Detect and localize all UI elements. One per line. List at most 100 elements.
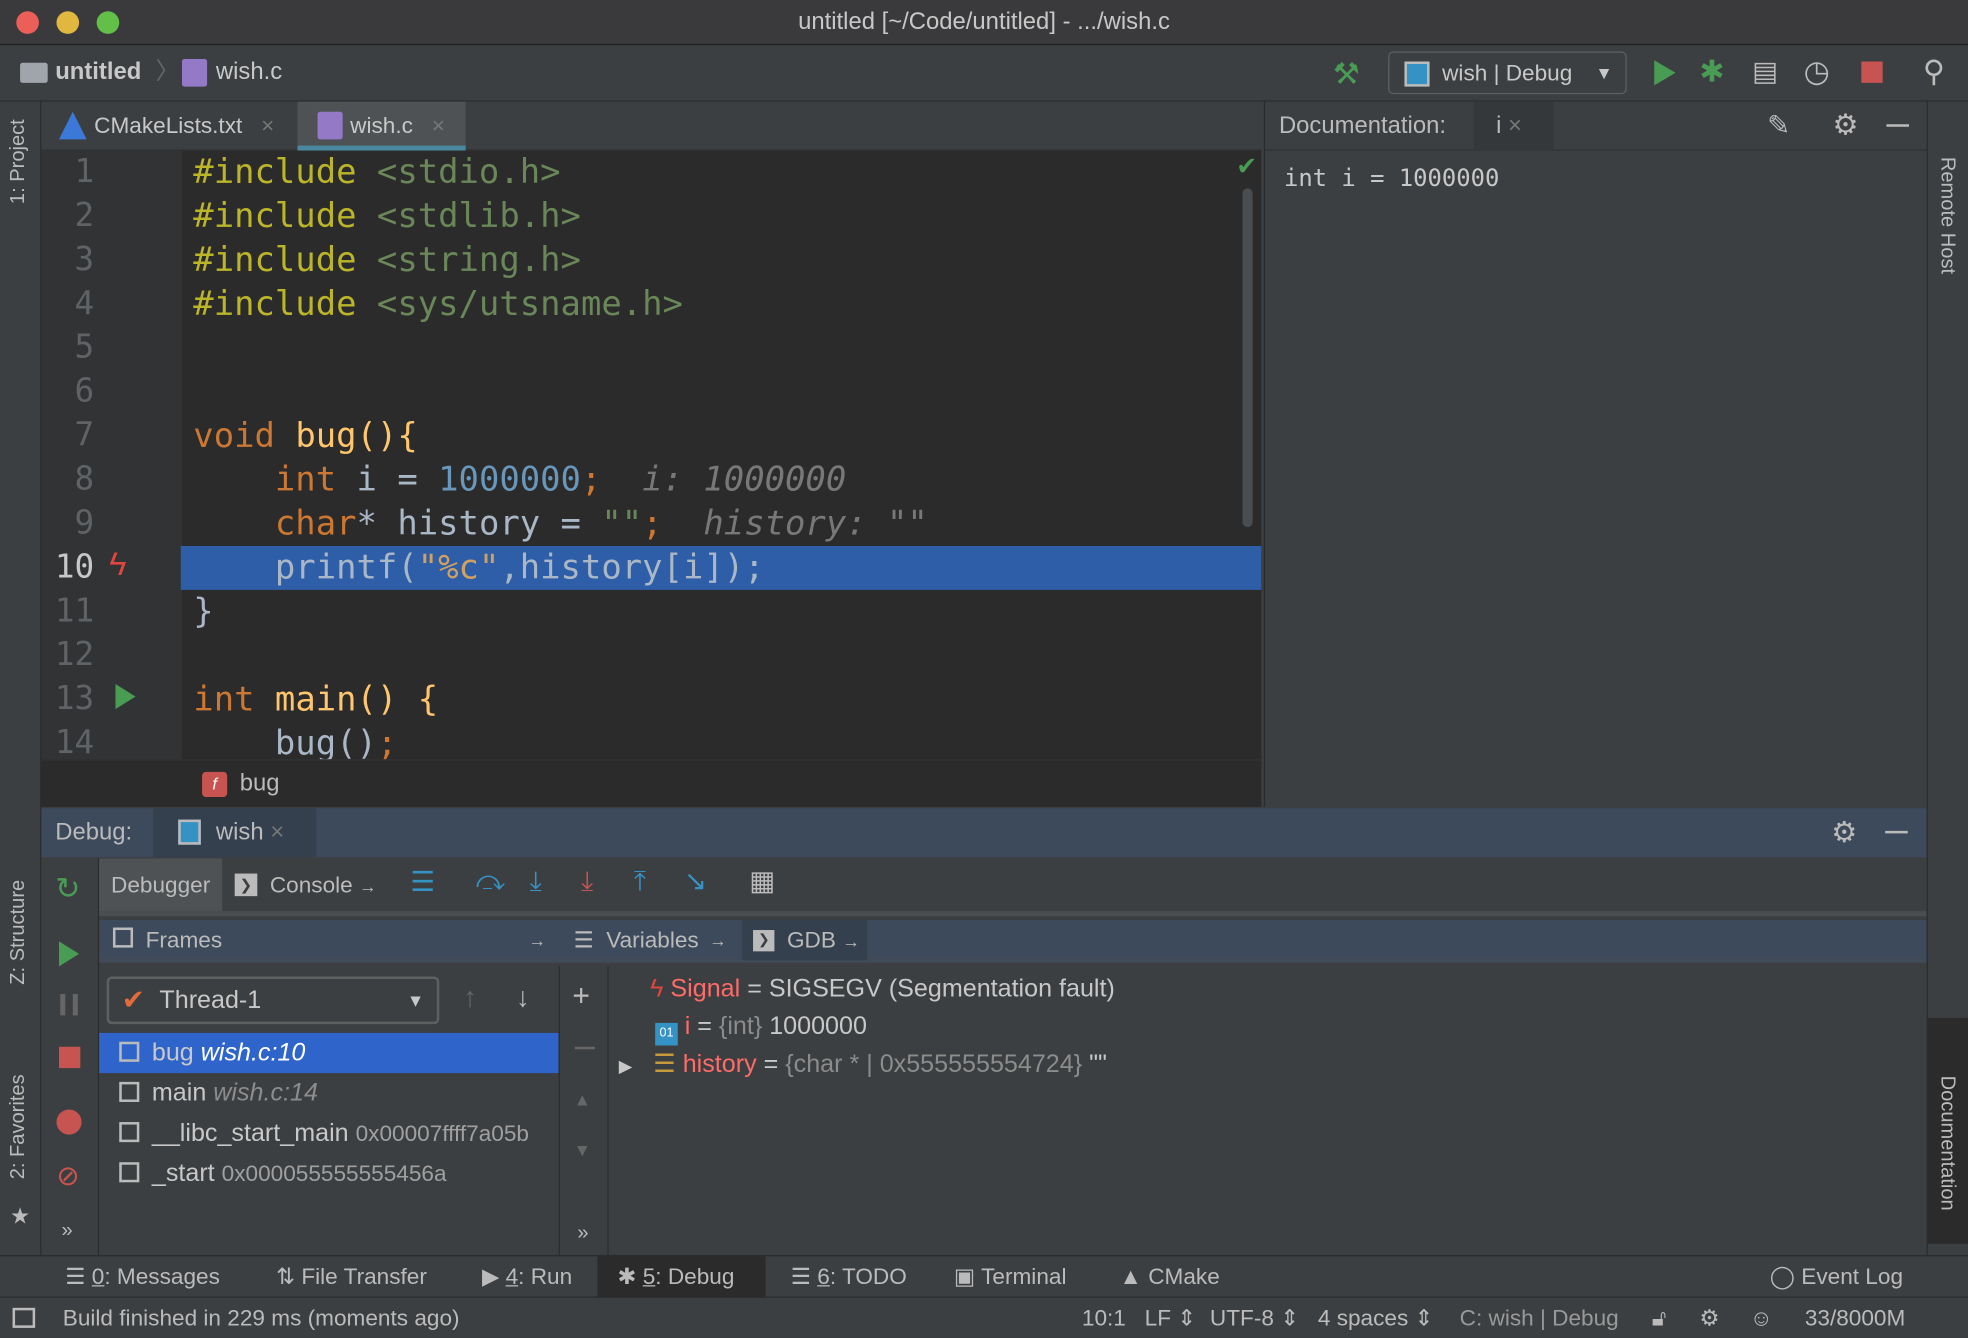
pause-icon[interactable]: [60, 994, 78, 1016]
variable-row[interactable]: ▶ ☰ history = {char * | 0x555555554724} …: [619, 1045, 1107, 1083]
move-down-icon[interactable]: ▼: [574, 1140, 591, 1160]
expand-arrow-icon[interactable]: ▶: [619, 1056, 633, 1076]
inspector-icon[interactable]: ☺: [1750, 1298, 1773, 1338]
debug-session-tab[interactable]: wish ×: [153, 808, 317, 858]
encoding[interactable]: UTF-8 ⇕: [1210, 1298, 1299, 1338]
remote-host-tool-button[interactable]: Remote Host: [1935, 157, 1958, 274]
tab-cmakelists[interactable]: CMakeLists.txt ×: [41, 102, 296, 151]
thread-select[interactable]: ✔ Thread-1 ▼: [106, 976, 440, 1025]
favorites-tool-button[interactable]: 2: Favorites: [8, 1074, 31, 1179]
evaluate-expression-icon[interactable]: ▦: [749, 865, 775, 898]
variables-title[interactable]: Variables: [606, 920, 699, 960]
step-into-icon[interactable]: ⤓: [530, 865, 542, 898]
frame-row[interactable]: _start 0x000055555555456a: [99, 1153, 558, 1193]
inspection-ok-icon: ✔: [1236, 153, 1258, 181]
view-breakpoints-icon[interactable]: [56, 1109, 82, 1135]
zoom-window-button[interactable]: [96, 11, 120, 34]
minimize-icon[interactable]: [1885, 830, 1908, 834]
toggle-tool-windows-icon[interactable]: [12, 1307, 36, 1328]
line-number: 1: [74, 153, 95, 191]
add-watch-icon[interactable]: +: [572, 979, 590, 1014]
minimize-icon[interactable]: [1886, 124, 1910, 127]
inline-value: i: 1000000: [642, 460, 847, 500]
pin-arrow-icon[interactable]: →: [359, 876, 377, 896]
frame-row[interactable]: main wish.c:14: [99, 1073, 558, 1113]
documentation-tool-button[interactable]: Documentation: [1927, 1017, 1968, 1244]
editor-scrollbar[interactable]: [1242, 188, 1253, 528]
pin-arrow-icon[interactable]: →: [709, 920, 727, 960]
build-hammer-icon[interactable]: ⚒: [1333, 56, 1360, 92]
step-out-icon[interactable]: ⤒: [634, 865, 646, 898]
indent[interactable]: 4 spaces ⇕: [1318, 1298, 1434, 1338]
left-tool-strip: 1: Project Z: Structure 2: Favorites ★: [0, 101, 42, 1256]
console-icon: ❯: [753, 930, 775, 952]
documentation-header: Documentation: i × ✎ ⚙: [1265, 101, 1928, 151]
debug-bug-icon[interactable]: ✱: [1699, 54, 1724, 90]
more-icon[interactable]: »: [577, 1222, 588, 1245]
resolve-context[interactable]: C: wish | Debug: [1460, 1298, 1619, 1338]
close-tab-icon[interactable]: ×: [432, 113, 445, 138]
caret-position[interactable]: 10:1: [1082, 1298, 1126, 1338]
run-to-cursor-icon[interactable]: ↘: [684, 865, 707, 898]
tool-file-transfer[interactable]: ⇅ File Transfer: [276, 1256, 427, 1297]
more-icon[interactable]: »: [61, 1220, 72, 1243]
tool-debug[interactable]: ✱ 5: Debug: [597, 1256, 766, 1298]
run-with-coverage-icon[interactable]: ▤: [1752, 55, 1778, 88]
tool-cmake[interactable]: ▲ CMake: [1120, 1256, 1220, 1297]
edit-pencil-icon[interactable]: ✎: [1767, 109, 1790, 142]
rerun-icon[interactable]: ↻: [55, 871, 80, 907]
tab-wish-c[interactable]: wish.c ×: [297, 101, 466, 151]
structure-tool-button[interactable]: Z: Structure: [8, 880, 31, 985]
close-tab-icon[interactable]: ×: [1508, 113, 1522, 139]
frame-name: __libc_start_main: [151, 1119, 349, 1148]
minimize-window-button[interactable]: [56, 11, 80, 34]
run-gutter-icon[interactable]: [115, 684, 136, 710]
close-window-button[interactable]: [16, 11, 39, 34]
previous-frame-icon[interactable]: ↑: [463, 981, 477, 1014]
next-frame-icon[interactable]: ↓: [516, 981, 530, 1014]
search-icon[interactable]: ⚲: [1923, 54, 1945, 90]
code-editor[interactable]: 1 2 3 4 5 6 7 8 9 10 11 12 13 14 ϟ ✔ #in…: [41, 150, 1262, 760]
tab-console[interactable]: ❯ Console →: [234, 858, 377, 912]
breadcrumb-function[interactable]: bug: [240, 761, 280, 809]
move-up-icon[interactable]: ▲: [574, 1089, 591, 1109]
tab-gdb[interactable]: ❯ GDB →: [741, 919, 868, 961]
close-tab-icon[interactable]: ×: [261, 113, 274, 138]
frame-row-selected[interactable]: bug wish.c:10: [99, 1032, 559, 1074]
stop-icon[interactable]: [58, 1046, 81, 1069]
tool-event-log[interactable]: ◯ Event Log: [1770, 1256, 1903, 1297]
breadcrumb-project[interactable]: untitled: [55, 46, 141, 99]
variable-row[interactable]: ϟ Signal = SIGSEGV (Segmentation fault): [650, 970, 1115, 1008]
tool-label: : Messages: [104, 1263, 220, 1289]
gear-icon[interactable]: ⚙: [1832, 108, 1858, 142]
tool-terminal[interactable]: ▣ Terminal: [954, 1256, 1067, 1297]
step-over-icon[interactable]: ⤼: [476, 865, 506, 898]
pin-arrow-icon[interactable]: →: [528, 920, 546, 960]
settings-update-icon[interactable]: ⚙: [1699, 1298, 1719, 1338]
lock-icon[interactable]: 🔓︎: [1652, 1298, 1667, 1338]
gear-icon[interactable]: ⚙: [1831, 816, 1857, 850]
tool-todo[interactable]: ☰ 6: TODO: [791, 1256, 907, 1297]
line-separator[interactable]: LF ⇕: [1145, 1298, 1197, 1338]
variable-row[interactable]: 01 i = {int} 1000000: [655, 1008, 867, 1046]
tab-debugger[interactable]: Debugger: [99, 858, 223, 912]
breadcrumb-file[interactable]: wish.c: [216, 46, 282, 99]
tool-run[interactable]: ▶ 4: Run: [482, 1256, 572, 1297]
frame-row[interactable]: __libc_start_main 0x00007ffff7a05b: [99, 1113, 558, 1153]
show-execution-point-icon[interactable]: ☰: [410, 866, 435, 899]
stop-icon[interactable]: [1861, 61, 1883, 83]
run-configuration-select[interactable]: wish | Debug ▼: [1388, 51, 1627, 95]
tool-messages[interactable]: ☰ 0: Messages: [65, 1256, 220, 1297]
project-tool-button[interactable]: 1: Project: [8, 119, 31, 204]
code-line-9: char* history = ""; history: "": [193, 502, 928, 546]
run-icon[interactable]: [1654, 60, 1676, 86]
force-step-into-icon[interactable]: ⤓: [581, 865, 593, 898]
documentation-tab[interactable]: i ×: [1473, 101, 1554, 151]
mute-breakpoints-icon[interactable]: ⊘: [56, 1160, 79, 1193]
pin-arrow-icon[interactable]: →: [842, 931, 860, 951]
remove-watch-icon[interactable]: [574, 1046, 595, 1050]
close-tab-icon[interactable]: ×: [270, 820, 284, 846]
resume-icon[interactable]: [58, 941, 80, 967]
memory-indicator[interactable]: 33/8000M: [1805, 1298, 1905, 1338]
profile-icon[interactable]: ◷: [1804, 54, 1830, 90]
